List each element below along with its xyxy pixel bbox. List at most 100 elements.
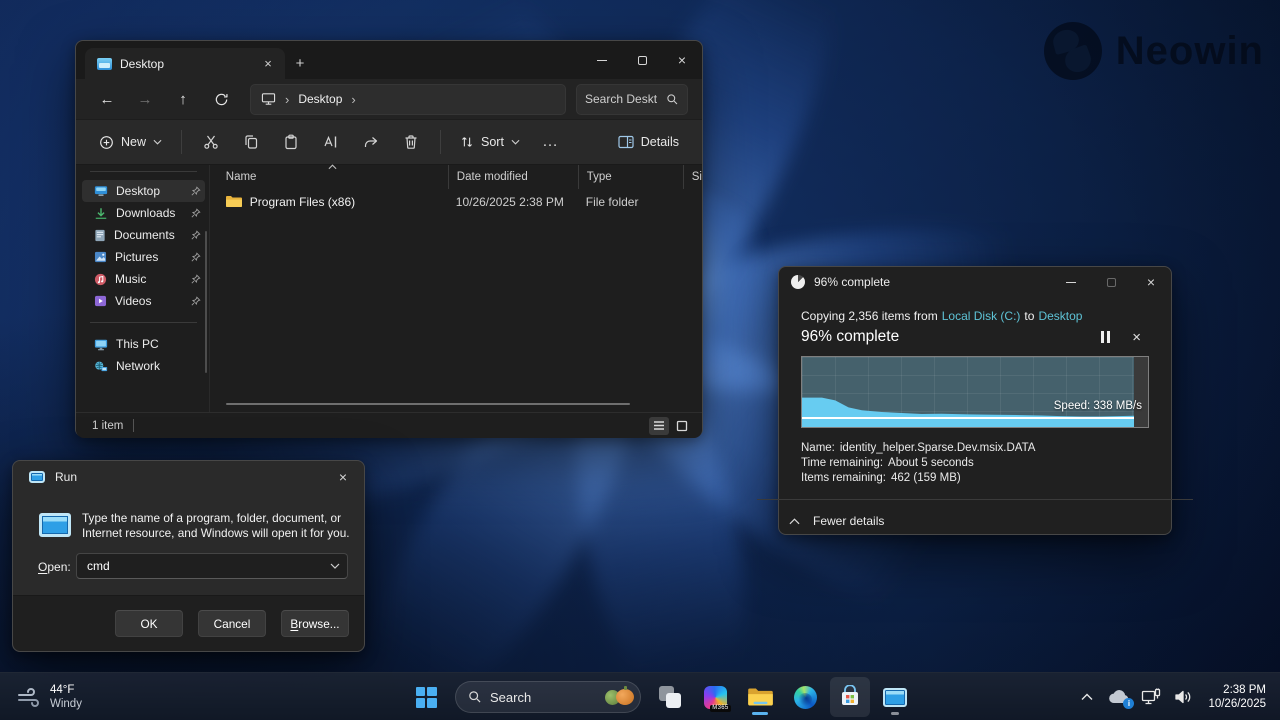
- run-icon: [29, 471, 45, 483]
- explorer-tab-desktop[interactable]: Desktop ×: [85, 48, 285, 79]
- ok-button[interactable]: OK: [115, 610, 183, 637]
- minimize-button[interactable]: [1051, 267, 1091, 297]
- run-open-input[interactable]: [77, 559, 323, 573]
- onedrive-tray-button[interactable]: i: [1104, 677, 1134, 717]
- breadcrumb-location[interactable]: Desktop: [298, 92, 342, 106]
- sidebar-item-downloads[interactable]: Downloads: [82, 202, 205, 224]
- m365-copilot-button[interactable]: M365: [695, 677, 735, 717]
- copy-destination-link[interactable]: Desktop: [1038, 309, 1082, 323]
- cancel-button[interactable]: Cancel: [198, 610, 266, 637]
- sidebar-item-documents[interactable]: Documents: [82, 224, 205, 246]
- list-view-icon: [653, 420, 665, 431]
- sidebar-scrollbar[interactable]: [205, 231, 207, 373]
- open-app-indicator: [891, 712, 899, 715]
- column-headers: Name Date modified Type Si: [210, 165, 702, 189]
- browse-button[interactable]: Browse...: [281, 610, 349, 637]
- column-header-size[interactable]: Si: [683, 165, 702, 189]
- speed-label: Speed: 338 MB/s: [1054, 400, 1142, 412]
- file-explorer-button[interactable]: [740, 677, 780, 717]
- copy-description-conjunction: to: [1024, 309, 1034, 323]
- explorer-search-input[interactable]: Search Deskt: [576, 84, 688, 115]
- share-icon: [363, 134, 379, 150]
- edge-button[interactable]: [785, 677, 825, 717]
- maximize-button[interactable]: [622, 41, 662, 79]
- network-tray-button[interactable]: [1136, 677, 1166, 717]
- explorer-address-bar: ← → ↑ › Desktop › Search Deskt: [76, 79, 702, 119]
- sidebar-item-desktop[interactable]: Desktop: [82, 180, 205, 202]
- time-remaining-label: Time remaining:: [801, 456, 883, 471]
- details-view-toggle[interactable]: [649, 417, 669, 435]
- rename-button[interactable]: [312, 125, 350, 159]
- close-button[interactable]: ×: [662, 41, 702, 79]
- weather-widget[interactable]: 44°F Windy: [10, 673, 88, 720]
- column-header-name[interactable]: Name: [226, 165, 448, 189]
- cancel-copy-button[interactable]: ×: [1132, 329, 1141, 346]
- toolbar-divider: [181, 130, 182, 154]
- sidebar-item-music[interactable]: Music: [82, 268, 205, 290]
- task-view-button[interactable]: [650, 677, 690, 717]
- run-app-button[interactable]: [875, 677, 915, 717]
- file-type: File folder: [578, 195, 683, 209]
- column-header-date-modified[interactable]: Date modified: [448, 165, 578, 189]
- maximize-button[interactable]: [1091, 267, 1131, 297]
- tab-close-icon[interactable]: ×: [259, 56, 277, 71]
- sort-icon: [460, 135, 474, 149]
- seasonal-pumpkins-icon: [605, 689, 634, 705]
- refresh-button[interactable]: [204, 84, 238, 114]
- tray-show-hidden-icons-button[interactable]: [1072, 677, 1102, 717]
- chevron-down-icon[interactable]: [323, 563, 347, 569]
- taskbar-clock[interactable]: 2:38 PM 10/26/2025: [1200, 683, 1274, 711]
- pause-button[interactable]: [1101, 331, 1110, 343]
- more-options-button[interactable]: …: [531, 125, 569, 159]
- file-explorer-window: Desktop × + × ← → ↑ › Desktop › Search D…: [75, 40, 703, 437]
- sidebar-item-pictures[interactable]: Pictures: [82, 246, 205, 268]
- documents-icon: [94, 229, 106, 242]
- sidebar-item-this-pc[interactable]: This PC: [82, 333, 205, 355]
- close-button[interactable]: ×: [322, 461, 364, 493]
- breadcrumb[interactable]: › Desktop ›: [250, 84, 566, 115]
- chevron-right-icon: ›: [285, 92, 289, 107]
- copy-time-remaining-row: Time remaining:About 5 seconds: [801, 456, 1149, 471]
- horizontal-scrollbar[interactable]: [226, 403, 630, 405]
- up-button[interactable]: ↑: [166, 84, 200, 114]
- sidebar-item-network[interactable]: Network: [82, 355, 205, 377]
- plus-circle-icon: [99, 135, 114, 150]
- sidebar-top-divider: [90, 171, 197, 172]
- volume-tray-button[interactable]: [1168, 677, 1198, 717]
- neowin-logo-icon: [1044, 22, 1102, 80]
- copy-button[interactable]: [232, 125, 270, 159]
- windy-weather-icon: [16, 685, 42, 709]
- details-pane-button[interactable]: Details: [609, 125, 688, 159]
- cut-button[interactable]: [192, 125, 230, 159]
- new-tab-button[interactable]: +: [285, 48, 315, 79]
- sidebar-item-videos[interactable]: Videos: [82, 290, 205, 312]
- back-button[interactable]: ←: [90, 84, 124, 114]
- forward-button[interactable]: →: [128, 84, 162, 114]
- share-button[interactable]: [352, 125, 390, 159]
- taskbar-search-placeholder: Search: [490, 690, 531, 705]
- copy-items-remaining-row: Items remaining:462 (159 MB): [801, 471, 1149, 486]
- fewer-details-button[interactable]: Fewer details: [779, 500, 1171, 542]
- neowin-watermark: Neowin: [1044, 22, 1264, 80]
- sidebar-item-label: Music: [115, 272, 146, 286]
- clock-time: 2:38 PM: [1208, 683, 1266, 697]
- delete-button[interactable]: [392, 125, 430, 159]
- icons-view-toggle[interactable]: [672, 417, 692, 435]
- file-row[interactable]: Program Files (x86) 10/26/2025 2:38 PM F…: [210, 189, 702, 214]
- paste-button[interactable]: [272, 125, 310, 159]
- explorer-status-bar: 1 item: [76, 412, 702, 438]
- pin-icon: [191, 296, 201, 306]
- copy-source-link[interactable]: Local Disk (C:): [942, 309, 1021, 323]
- new-button[interactable]: New: [90, 125, 171, 159]
- pin-icon: [191, 230, 201, 240]
- speaker-icon: [1174, 689, 1193, 705]
- column-header-type[interactable]: Type: [578, 165, 683, 189]
- microsoft-store-button[interactable]: [830, 677, 870, 717]
- chevron-down-icon: [511, 139, 520, 145]
- close-button[interactable]: ×: [1131, 267, 1171, 297]
- sort-button[interactable]: Sort: [451, 125, 529, 159]
- minimize-button[interactable]: [582, 41, 622, 79]
- start-button[interactable]: [406, 677, 446, 717]
- run-open-combobox[interactable]: [76, 553, 348, 579]
- taskbar-search-box[interactable]: Search: [455, 681, 641, 713]
